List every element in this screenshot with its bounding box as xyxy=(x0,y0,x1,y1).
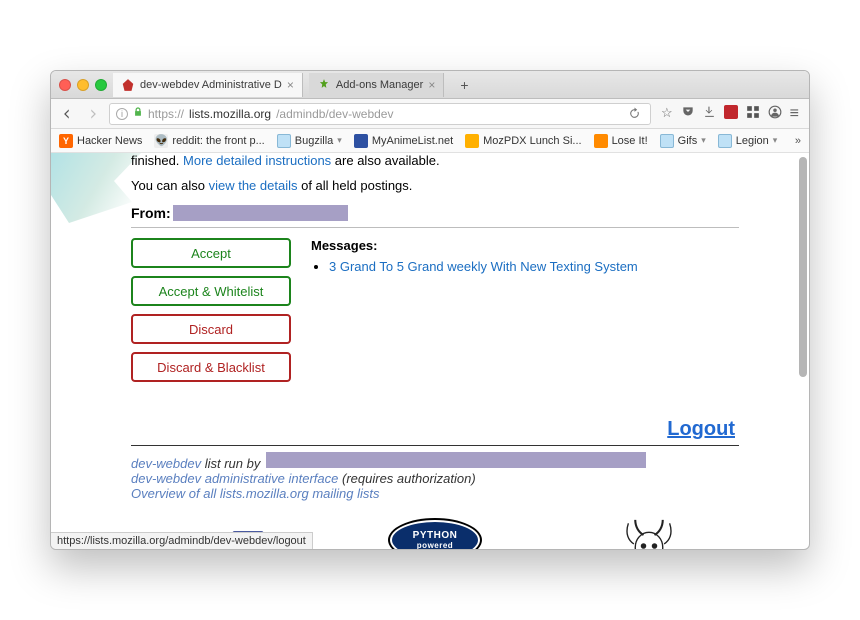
chevron-down-icon: ▾ xyxy=(773,135,778,146)
accept-button[interactable]: Accept xyxy=(131,238,291,268)
containers-icon[interactable] xyxy=(746,105,760,123)
bookmark-icon xyxy=(465,134,479,148)
gnu-logo[interactable] xyxy=(599,515,699,549)
bookmark-item[interactable]: Bugzilla▾ xyxy=(277,134,342,148)
list-name-link[interactable]: dev-webdev xyxy=(131,456,201,471)
scrollbar[interactable] xyxy=(799,157,807,519)
browser-tab[interactable]: Add-ons Manager × xyxy=(309,73,444,97)
tab-label: dev-webdev Administrative D xyxy=(140,79,282,91)
scrollbar-thumb[interactable] xyxy=(799,157,807,377)
url-field[interactable]: i https:// lists.mozilla.org/admindb/dev-… xyxy=(109,103,651,125)
pocket-icon[interactable] xyxy=(681,105,695,123)
from-label: From: xyxy=(131,205,171,221)
title-bar: dev-webdev Administrative D × Add-ons Ma… xyxy=(51,71,809,99)
window-close-button[interactable] xyxy=(59,79,71,91)
messages-panel: Messages: 3 Grand To 5 Grand weekly With… xyxy=(311,238,638,382)
discard-button[interactable]: Discard xyxy=(131,314,291,344)
bookmark-icon: 👽 xyxy=(154,134,168,148)
content-area: finished. More detailed instructions are… xyxy=(51,153,809,549)
bookmark-icon xyxy=(594,134,608,148)
page-content: finished. More detailed instructions are… xyxy=(51,153,809,549)
tab-favicon-icon xyxy=(317,78,331,92)
details-text: You can also view the details of all hel… xyxy=(131,178,739,193)
folder-icon xyxy=(277,134,291,148)
bookmark-icon: Y xyxy=(59,134,73,148)
accept-whitelist-button[interactable]: Accept & Whitelist xyxy=(131,276,291,306)
bookmarks-overflow-icon[interactable]: » xyxy=(795,135,801,147)
messages-header: Messages: xyxy=(311,238,638,253)
bookmark-item[interactable]: Legion▾ xyxy=(718,134,778,148)
redacted-email xyxy=(173,205,348,221)
url-path: /admindb/dev-webdev xyxy=(276,107,393,121)
menu-icon[interactable]: ≡ xyxy=(790,105,799,123)
bookmark-item[interactable]: MyAnimeList.net xyxy=(354,134,453,148)
bookmark-item[interactable]: MozPDX Lunch Si... xyxy=(465,134,581,148)
overview-link[interactable]: Overview of all lists.mozilla.org mailin… xyxy=(131,486,380,501)
logout-section: Logout xyxy=(131,412,739,446)
bookmark-item[interactable]: 👽reddit: the front p... xyxy=(154,134,264,148)
moderation-panel: Accept Accept & Whitelist Discard Discar… xyxy=(131,238,739,382)
message-link[interactable]: 3 Grand To 5 Grand weekly With New Texti… xyxy=(329,259,638,274)
new-tab-button[interactable]: + xyxy=(450,77,478,93)
tab-close-icon[interactable]: × xyxy=(428,78,435,92)
window-minimize-button[interactable] xyxy=(77,79,89,91)
forward-button[interactable] xyxy=(83,104,103,124)
instructions-link[interactable]: More detailed instructions xyxy=(183,153,331,168)
ublock-icon[interactable] xyxy=(724,105,738,119)
bookmark-item[interactable]: YHacker News xyxy=(59,134,142,148)
back-button[interactable] xyxy=(57,104,77,124)
bookmarks-bar: YHacker News 👽reddit: the front p... Bug… xyxy=(51,129,809,153)
firefox-account-icon[interactable] xyxy=(768,105,782,123)
window-maximize-button[interactable] xyxy=(95,79,107,91)
chevron-down-icon: ▾ xyxy=(337,135,342,146)
redacted-owner xyxy=(266,452,646,468)
tab-favicon-icon xyxy=(121,78,135,92)
nav-bar: i https:// lists.mozilla.org/admindb/dev-… xyxy=(51,99,809,129)
action-buttons: Accept Accept & Whitelist Discard Discar… xyxy=(131,238,291,382)
url-host: lists.mozilla.org xyxy=(189,107,271,121)
folder-icon xyxy=(718,134,732,148)
footer-links: dev-webdev list run by dev-webdev admini… xyxy=(131,452,739,501)
discard-blacklist-button[interactable]: Discard & Blacklist xyxy=(131,352,291,382)
held-message-item: 3 Grand To 5 Grand weekly With New Texti… xyxy=(329,259,638,274)
reload-button[interactable] xyxy=(624,104,644,124)
view-details-link[interactable]: view the details xyxy=(209,178,298,193)
status-bar: https://lists.mozilla.org/admindb/dev-we… xyxy=(51,532,313,549)
bookmark-star-icon[interactable]: ☆ xyxy=(661,105,673,123)
downloads-icon[interactable] xyxy=(703,105,716,123)
logout-link[interactable]: Logout xyxy=(667,418,735,440)
lock-icon xyxy=(133,106,143,121)
browser-window: dev-webdev Administrative D × Add-ons Ma… xyxy=(50,70,810,550)
admin-interface-link[interactable]: dev-webdev administrative interface xyxy=(131,471,338,486)
tab-label: Add-ons Manager xyxy=(336,79,423,91)
python-powered-logo[interactable]: PYTHON powered xyxy=(385,515,485,549)
toolbar-icons: ☆ ≡ xyxy=(657,105,803,123)
tab-close-icon[interactable]: × xyxy=(287,78,294,92)
chevron-down-icon: ▾ xyxy=(701,135,706,146)
bookmark-item[interactable]: Lose It! xyxy=(594,134,648,148)
from-row: From: xyxy=(131,205,739,228)
site-info-icon[interactable]: i xyxy=(116,108,128,120)
intro-text: finished. More detailed instructions are… xyxy=(131,153,739,168)
browser-tab-active[interactable]: dev-webdev Administrative D × xyxy=(113,73,303,97)
bookmark-icon xyxy=(354,134,368,148)
url-prefix: https:// xyxy=(148,107,184,121)
bookmark-item[interactable]: Gifs▾ xyxy=(660,134,706,148)
folder-icon xyxy=(660,134,674,148)
